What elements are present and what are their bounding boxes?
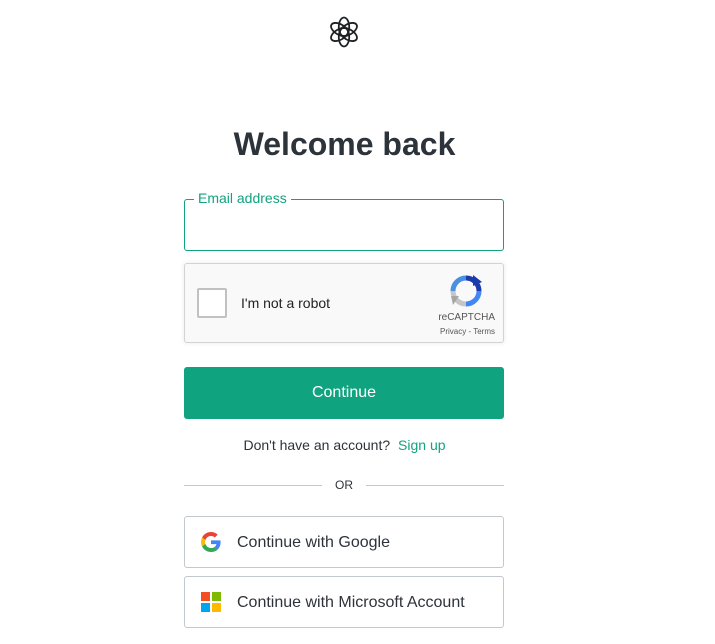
microsoft-icon-square-red <box>201 592 210 601</box>
page-title: Welcome back <box>233 126 456 162</box>
microsoft-icon <box>201 592 221 612</box>
email-field-wrapper: Email address <box>184 188 504 251</box>
recaptcha-icon <box>450 275 482 307</box>
recaptcha-checkbox[interactable] <box>197 288 227 318</box>
google-button-label: Continue with Google <box>237 534 390 551</box>
or-divider: OR <box>184 476 504 494</box>
recaptcha-privacy-link[interactable]: Privacy <box>440 327 466 336</box>
recaptcha-checkbox-label: I'm not a robot <box>241 295 331 311</box>
login-page: Welcome back Email address I'm not a rob… <box>0 0 715 644</box>
recaptcha-widget: I'm not a robot reCAPTCHA Privacy - Term… <box>184 263 504 343</box>
openai-logo-icon <box>330 16 358 48</box>
recaptcha-terms-link[interactable]: Terms <box>473 327 495 336</box>
signup-prompt: Don't have an account? <box>243 437 391 453</box>
email-field-label: Email address <box>194 188 291 208</box>
signup-prompt-line: Don't have an account? Sign up <box>0 436 689 454</box>
continue-button[interactable]: Continue <box>184 367 504 419</box>
recaptcha-links: Privacy - Terms <box>440 327 495 337</box>
continue-with-google-button[interactable]: Continue with Google <box>184 516 504 568</box>
google-icon <box>201 532 221 552</box>
signup-link[interactable]: Sign up <box>398 437 445 453</box>
recaptcha-brand: reCAPTCHA <box>438 312 495 323</box>
continue-with-microsoft-button[interactable]: Continue with Microsoft Account <box>184 576 504 628</box>
microsoft-button-label: Continue with Microsoft Account <box>237 594 465 611</box>
microsoft-icon-square-blue <box>201 603 210 612</box>
microsoft-icon-square-green <box>212 592 221 601</box>
divider-line-right <box>366 485 504 486</box>
microsoft-icon-square-yellow <box>212 603 221 612</box>
